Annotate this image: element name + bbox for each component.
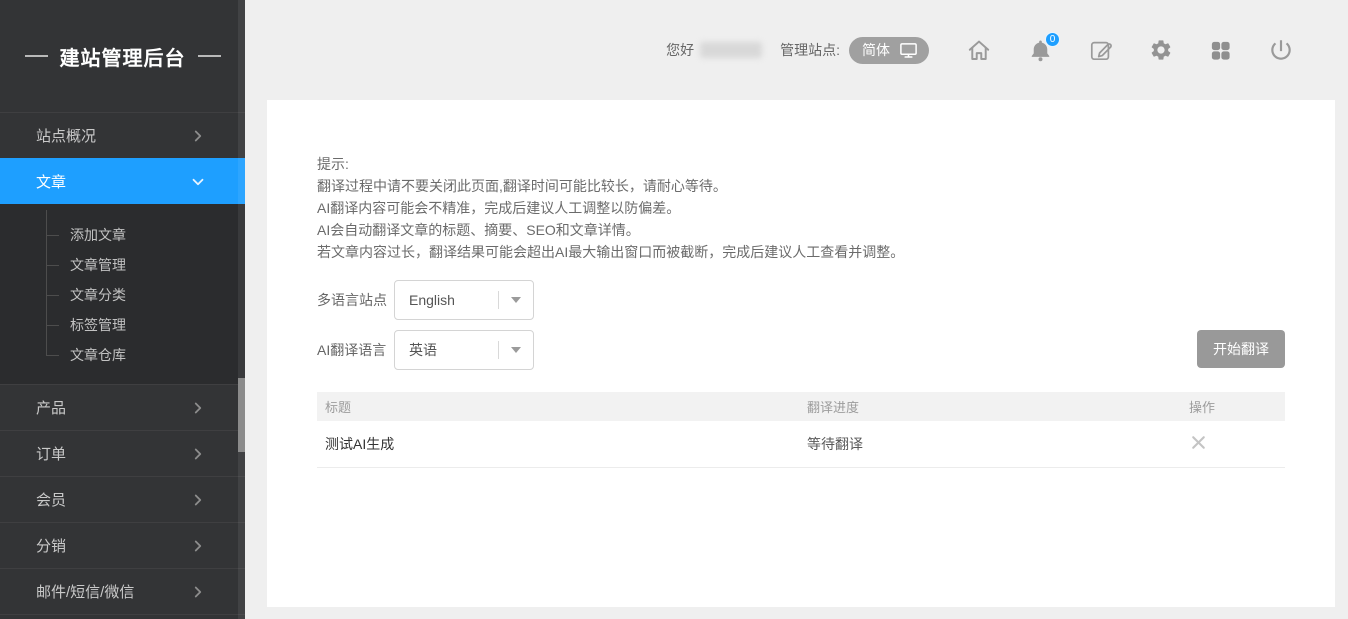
row-article-title: 测试AI生成: [317, 434, 807, 454]
tip-line: AI会自动翻译文章的标题、摘要、SEO和文章详情。: [317, 219, 1285, 241]
topbar: 您好 管理站点: 简体 0: [245, 0, 1348, 100]
sidebar-item-article-category[interactable]: 文章分类: [0, 280, 245, 310]
language-badge[interactable]: 简体: [849, 37, 929, 64]
sidebar-item-label: 邮件/短信/微信: [36, 581, 134, 602]
translation-table: 标题 翻译进度 操作 测试AI生成 等待翻译: [317, 392, 1285, 468]
sidebar-item-articles[interactable]: 文章: [0, 158, 245, 204]
settings-gear-icon[interactable]: [1149, 38, 1173, 62]
multilang-site-select[interactable]: English: [394, 280, 534, 320]
sidebar-item-orders[interactable]: 订单: [0, 430, 245, 476]
sidebar-item-article-library[interactable]: 文章仓库: [0, 340, 245, 370]
select-caret-zone: [499, 347, 533, 353]
start-translation-button[interactable]: 开始翻译: [1197, 330, 1285, 368]
language-badge-label: 简体: [862, 40, 890, 60]
sidebar-item-label: 站点概况: [36, 125, 96, 146]
table-row: 测试AI生成 等待翻译: [317, 421, 1285, 468]
title-dash-left: [25, 55, 48, 57]
title-dash-right: [198, 55, 221, 57]
multilang-site-select-value: English: [395, 292, 498, 308]
ai-translate-lang-label: AI翻译语言: [317, 340, 394, 360]
caret-down-icon: [511, 347, 521, 353]
notification-count-badge: 0: [1045, 32, 1060, 47]
sidebar-item-label: 文章: [36, 171, 66, 192]
sidebar-item-site-overview[interactable]: 站点概况: [0, 112, 245, 158]
ai-translate-lang-select[interactable]: 英语: [394, 330, 534, 370]
sidebar-item-article-management[interactable]: 文章管理: [0, 250, 245, 280]
edit-icon[interactable]: [1089, 38, 1113, 62]
row-action-cell: [1189, 433, 1285, 455]
sidebar-scrollbar-track: [238, 0, 245, 619]
app-title: 建站管理后台: [0, 0, 245, 112]
chevron-right-icon: [189, 445, 207, 463]
select-caret-zone: [499, 297, 533, 303]
sidebar-bottom-divider: [0, 614, 245, 619]
chevron-right-icon: [189, 491, 207, 509]
sidebar-item-members[interactable]: 会员: [0, 476, 245, 522]
tip-line: 翻译过程中请不要关闭此页面,翻译时间可能比较长，请耐心等待。: [317, 175, 1285, 197]
table-header-action: 操作: [1189, 397, 1285, 416]
tip-line: 若文章内容过长，翻译结果可能会超出AI最大输出窗口而被截断，完成后建议人工查看并…: [317, 241, 1285, 263]
sidebar-scrollbar-thumb[interactable]: [238, 378, 245, 452]
sidebar-item-label: 分销: [36, 535, 66, 556]
multilang-site-label: 多语言站点: [317, 290, 394, 310]
monitor-icon: [899, 41, 918, 59]
greeting-text: 您好: [666, 40, 694, 60]
ai-translate-lang-select-value: 英语: [395, 340, 498, 360]
chevron-right-icon: [189, 127, 207, 145]
content-card: 提示: 翻译过程中请不要关闭此页面,翻译时间可能比较长，请耐心等待。 AI翻译内…: [267, 100, 1335, 607]
tips-title: 提示:: [317, 153, 1285, 175]
multilang-site-field-row: 多语言站点 English: [317, 280, 1285, 320]
articles-submenu: 添加文章 文章管理 文章分类 标签管理 文章仓库: [0, 204, 245, 384]
apps-grid-icon[interactable]: [1209, 39, 1232, 62]
table-header-title: 标题: [317, 397, 807, 416]
ai-translate-lang-field-row: AI翻译语言 英语: [317, 330, 1285, 370]
home-icon[interactable]: [966, 37, 992, 63]
notifications-bell-icon[interactable]: 0: [1028, 38, 1053, 63]
sidebar-item-label: 会员: [36, 489, 66, 510]
sidebar-item-label: 产品: [36, 397, 66, 418]
app-title-text: 建站管理后台: [60, 42, 186, 71]
row-translation-status: 等待翻译: [807, 434, 1189, 454]
username-redacted: [700, 42, 762, 58]
chevron-right-icon: [189, 537, 207, 555]
manage-site-label: 管理站点:: [780, 40, 840, 60]
chevron-right-icon: [189, 583, 207, 601]
table-header-progress: 翻译进度: [807, 397, 1189, 416]
tips-block: 提示: 翻译过程中请不要关闭此页面,翻译时间可能比较长，请耐心等待。 AI翻译内…: [317, 153, 1285, 263]
sidebar-item-distribution[interactable]: 分销: [0, 522, 245, 568]
sidebar-item-products[interactable]: 产品: [0, 384, 245, 430]
sidebar-item-mail-sms-wechat[interactable]: 邮件/短信/微信: [0, 568, 245, 614]
sidebar-item-label: 订单: [36, 443, 66, 464]
sidebar-item-add-article[interactable]: 添加文章: [0, 220, 245, 250]
sidebar-item-tag-management[interactable]: 标签管理: [0, 310, 245, 340]
caret-down-icon: [511, 297, 521, 303]
chevron-down-icon: [189, 173, 207, 191]
logout-power-icon[interactable]: [1268, 37, 1294, 63]
sidebar: 建站管理后台 站点概况 文章 添加文章 文章管理 文章分类 标签管理 文章仓库 …: [0, 0, 245, 619]
tip-line: AI翻译内容可能会不精准，完成后建议人工调整以防偏差。: [317, 197, 1285, 219]
table-header-row: 标题 翻译进度 操作: [317, 392, 1285, 421]
remove-row-x-icon[interactable]: [1189, 433, 1208, 452]
chevron-right-icon: [189, 399, 207, 417]
